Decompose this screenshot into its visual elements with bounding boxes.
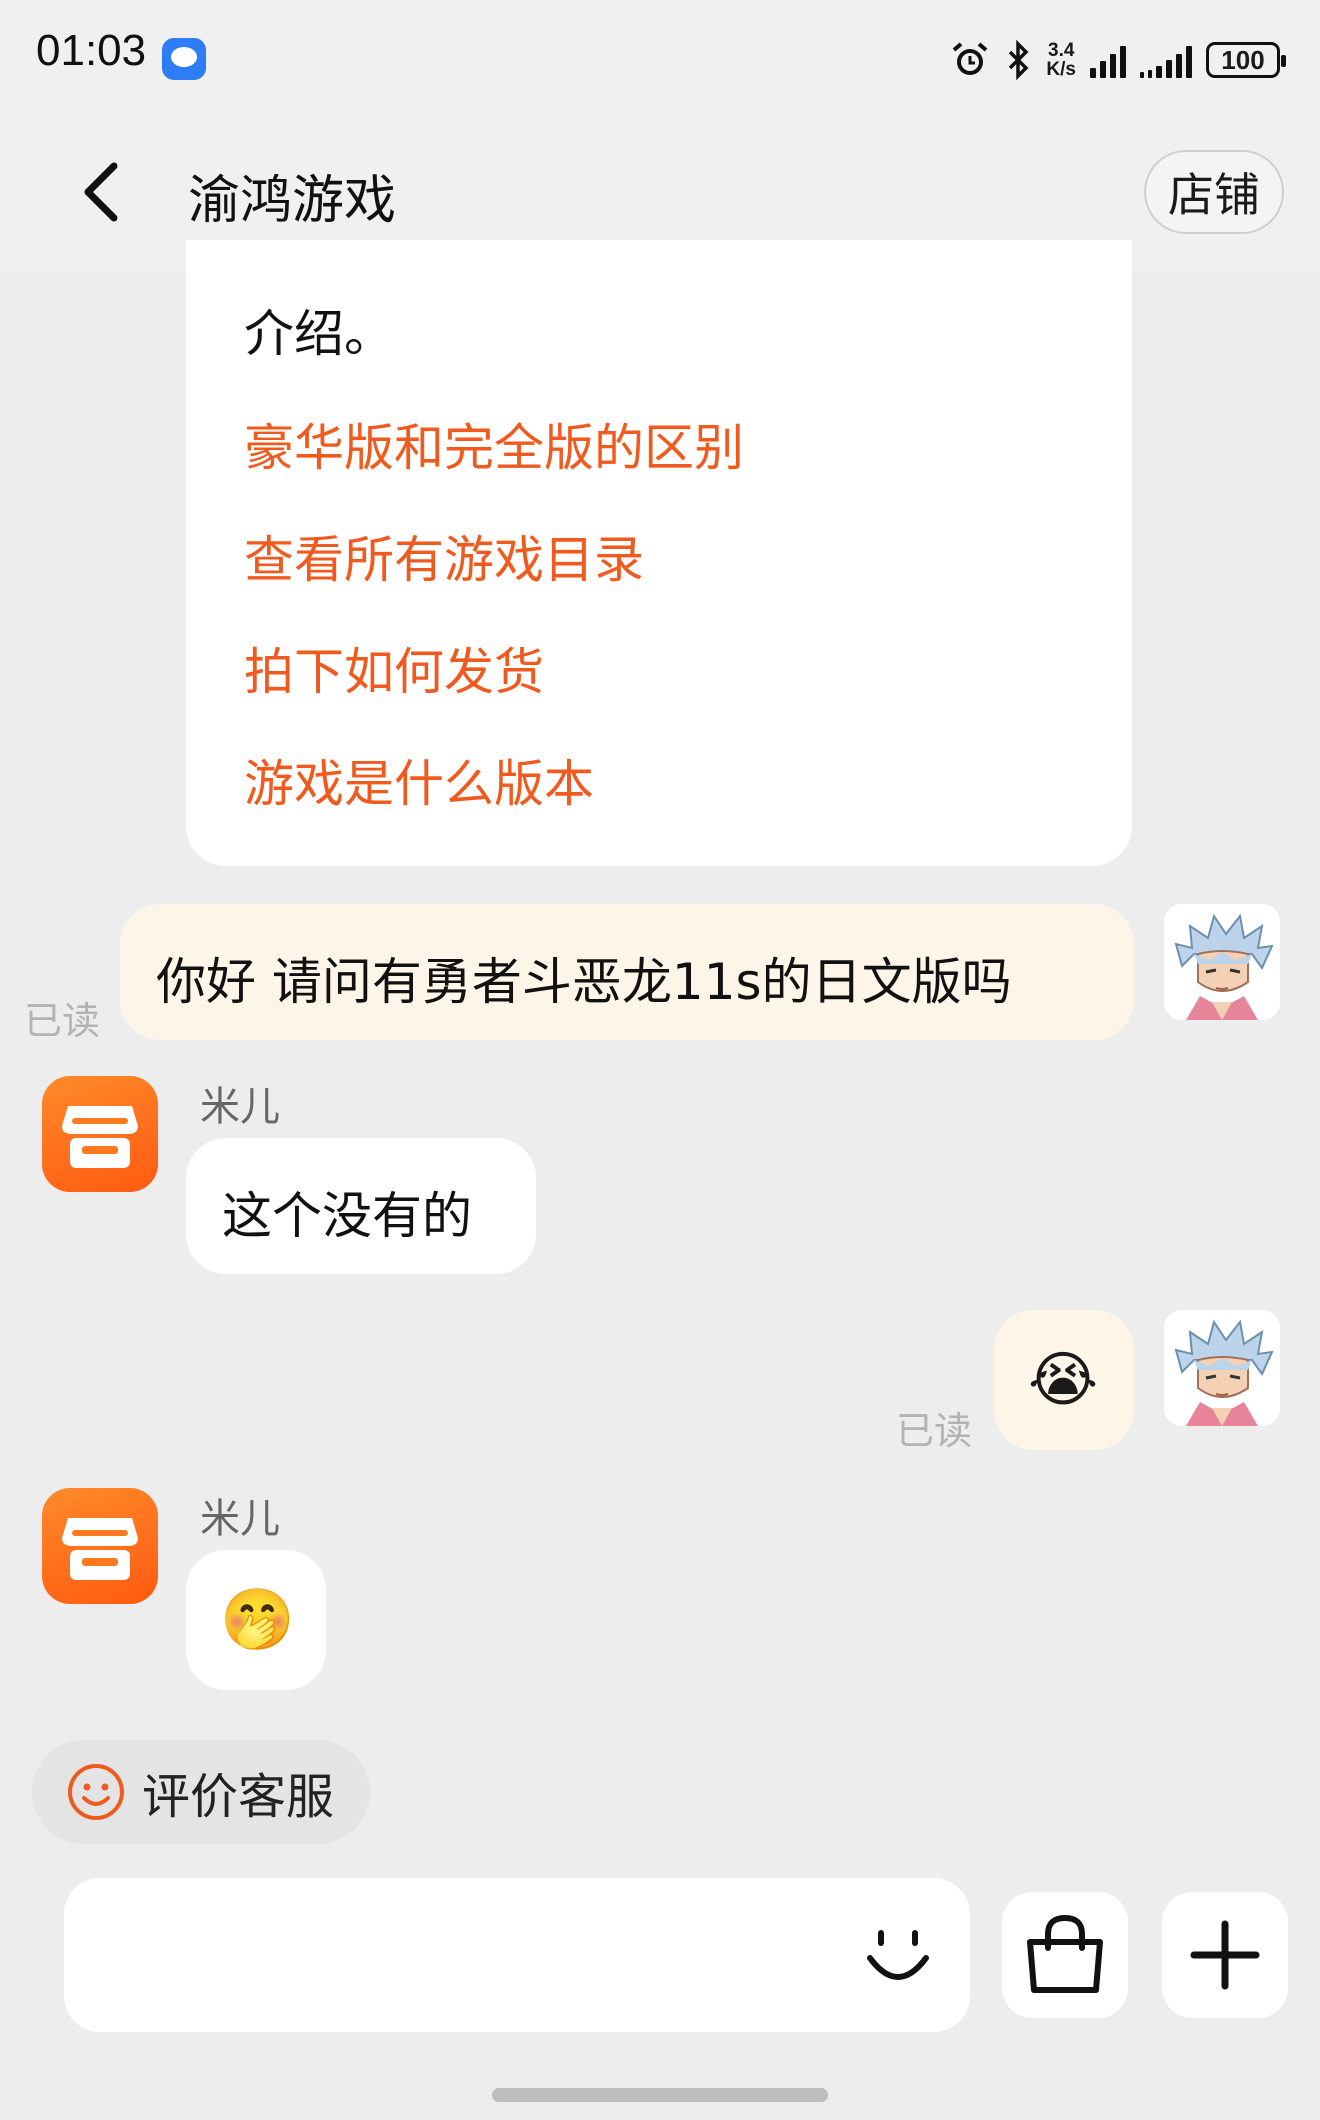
store-icon [62,1106,138,1168]
smiley-icon [68,1764,124,1820]
read-status: 已读 [24,999,101,1043]
smiley-face-icon [867,1930,929,1980]
user-message-bubble[interactable]: 你好 请问有勇者斗恶龙11s的日文版吗 [120,904,1134,1040]
message-notification-icon [162,38,206,80]
emoji-crying: 😭 [1028,1345,1099,1415]
home-indicator[interactable] [492,2088,828,2102]
message-text: 你好 请问有勇者斗恶龙11s的日文版吗 [156,953,1012,1011]
user-avatar[interactable] [1164,1310,1280,1426]
shopping-bag-icon [1027,1914,1103,1993]
page-title: 渝鸿游戏 [188,171,397,231]
anime-avatar-icon [1164,904,1280,1020]
read-status: 已读 [896,1409,973,1453]
add-button[interactable] [1162,1892,1288,2018]
user-avatar[interactable] [1164,904,1280,1020]
shop-button[interactable]: 店铺 [1144,150,1284,234]
back-button[interactable] [72,150,132,230]
faq-link[interactable]: 豪华版和完全版的区别 [244,408,744,480]
alarm-icon [953,42,988,75]
message-input[interactable] [64,1878,970,2032]
emoji-giggle: 🤭 [220,1585,295,1655]
card-text: 介绍。 [244,305,394,363]
shop-avatar[interactable] [42,1076,158,1192]
plus-icon [1190,1920,1260,1990]
shop-message-bubble[interactable]: 🤭 [186,1550,326,1690]
shop-message-bubble[interactable]: 这个没有的 [186,1138,536,1274]
emoji-button[interactable] [858,1916,938,1996]
shop-avatar[interactable] [42,1488,158,1604]
store-icon [62,1518,138,1580]
chevron-left-icon [84,162,118,222]
sender-name: 米儿 [200,1496,280,1542]
bluetooth-icon [1009,40,1029,80]
user-message-bubble[interactable]: 😭 [994,1310,1134,1450]
shopping-bag-button[interactable] [1002,1892,1128,2018]
sender-name: 米儿 [200,1084,280,1130]
anime-avatar-icon [1164,1310,1280,1426]
faq-link[interactable]: 查看所有游戏目录 [244,520,644,592]
battery-icon: 100 [1206,42,1286,78]
rate-service-button[interactable]: 评价客服 [32,1740,370,1844]
network-speed: 3.4 K/s [1046,40,1076,80]
faq-link[interactable]: 游戏是什么版本 [244,744,594,816]
message-text: 这个没有的 [222,1187,472,1245]
signal-icon [1090,42,1126,78]
rate-service-label: 评价客服 [142,1769,335,1825]
status-time: 01:03 [36,26,147,75]
system-icons: 3.4 K/s 100 [950,36,1286,84]
faq-link[interactable]: 拍下如何发货 [244,632,544,704]
signal-icon-2 [1140,42,1192,78]
